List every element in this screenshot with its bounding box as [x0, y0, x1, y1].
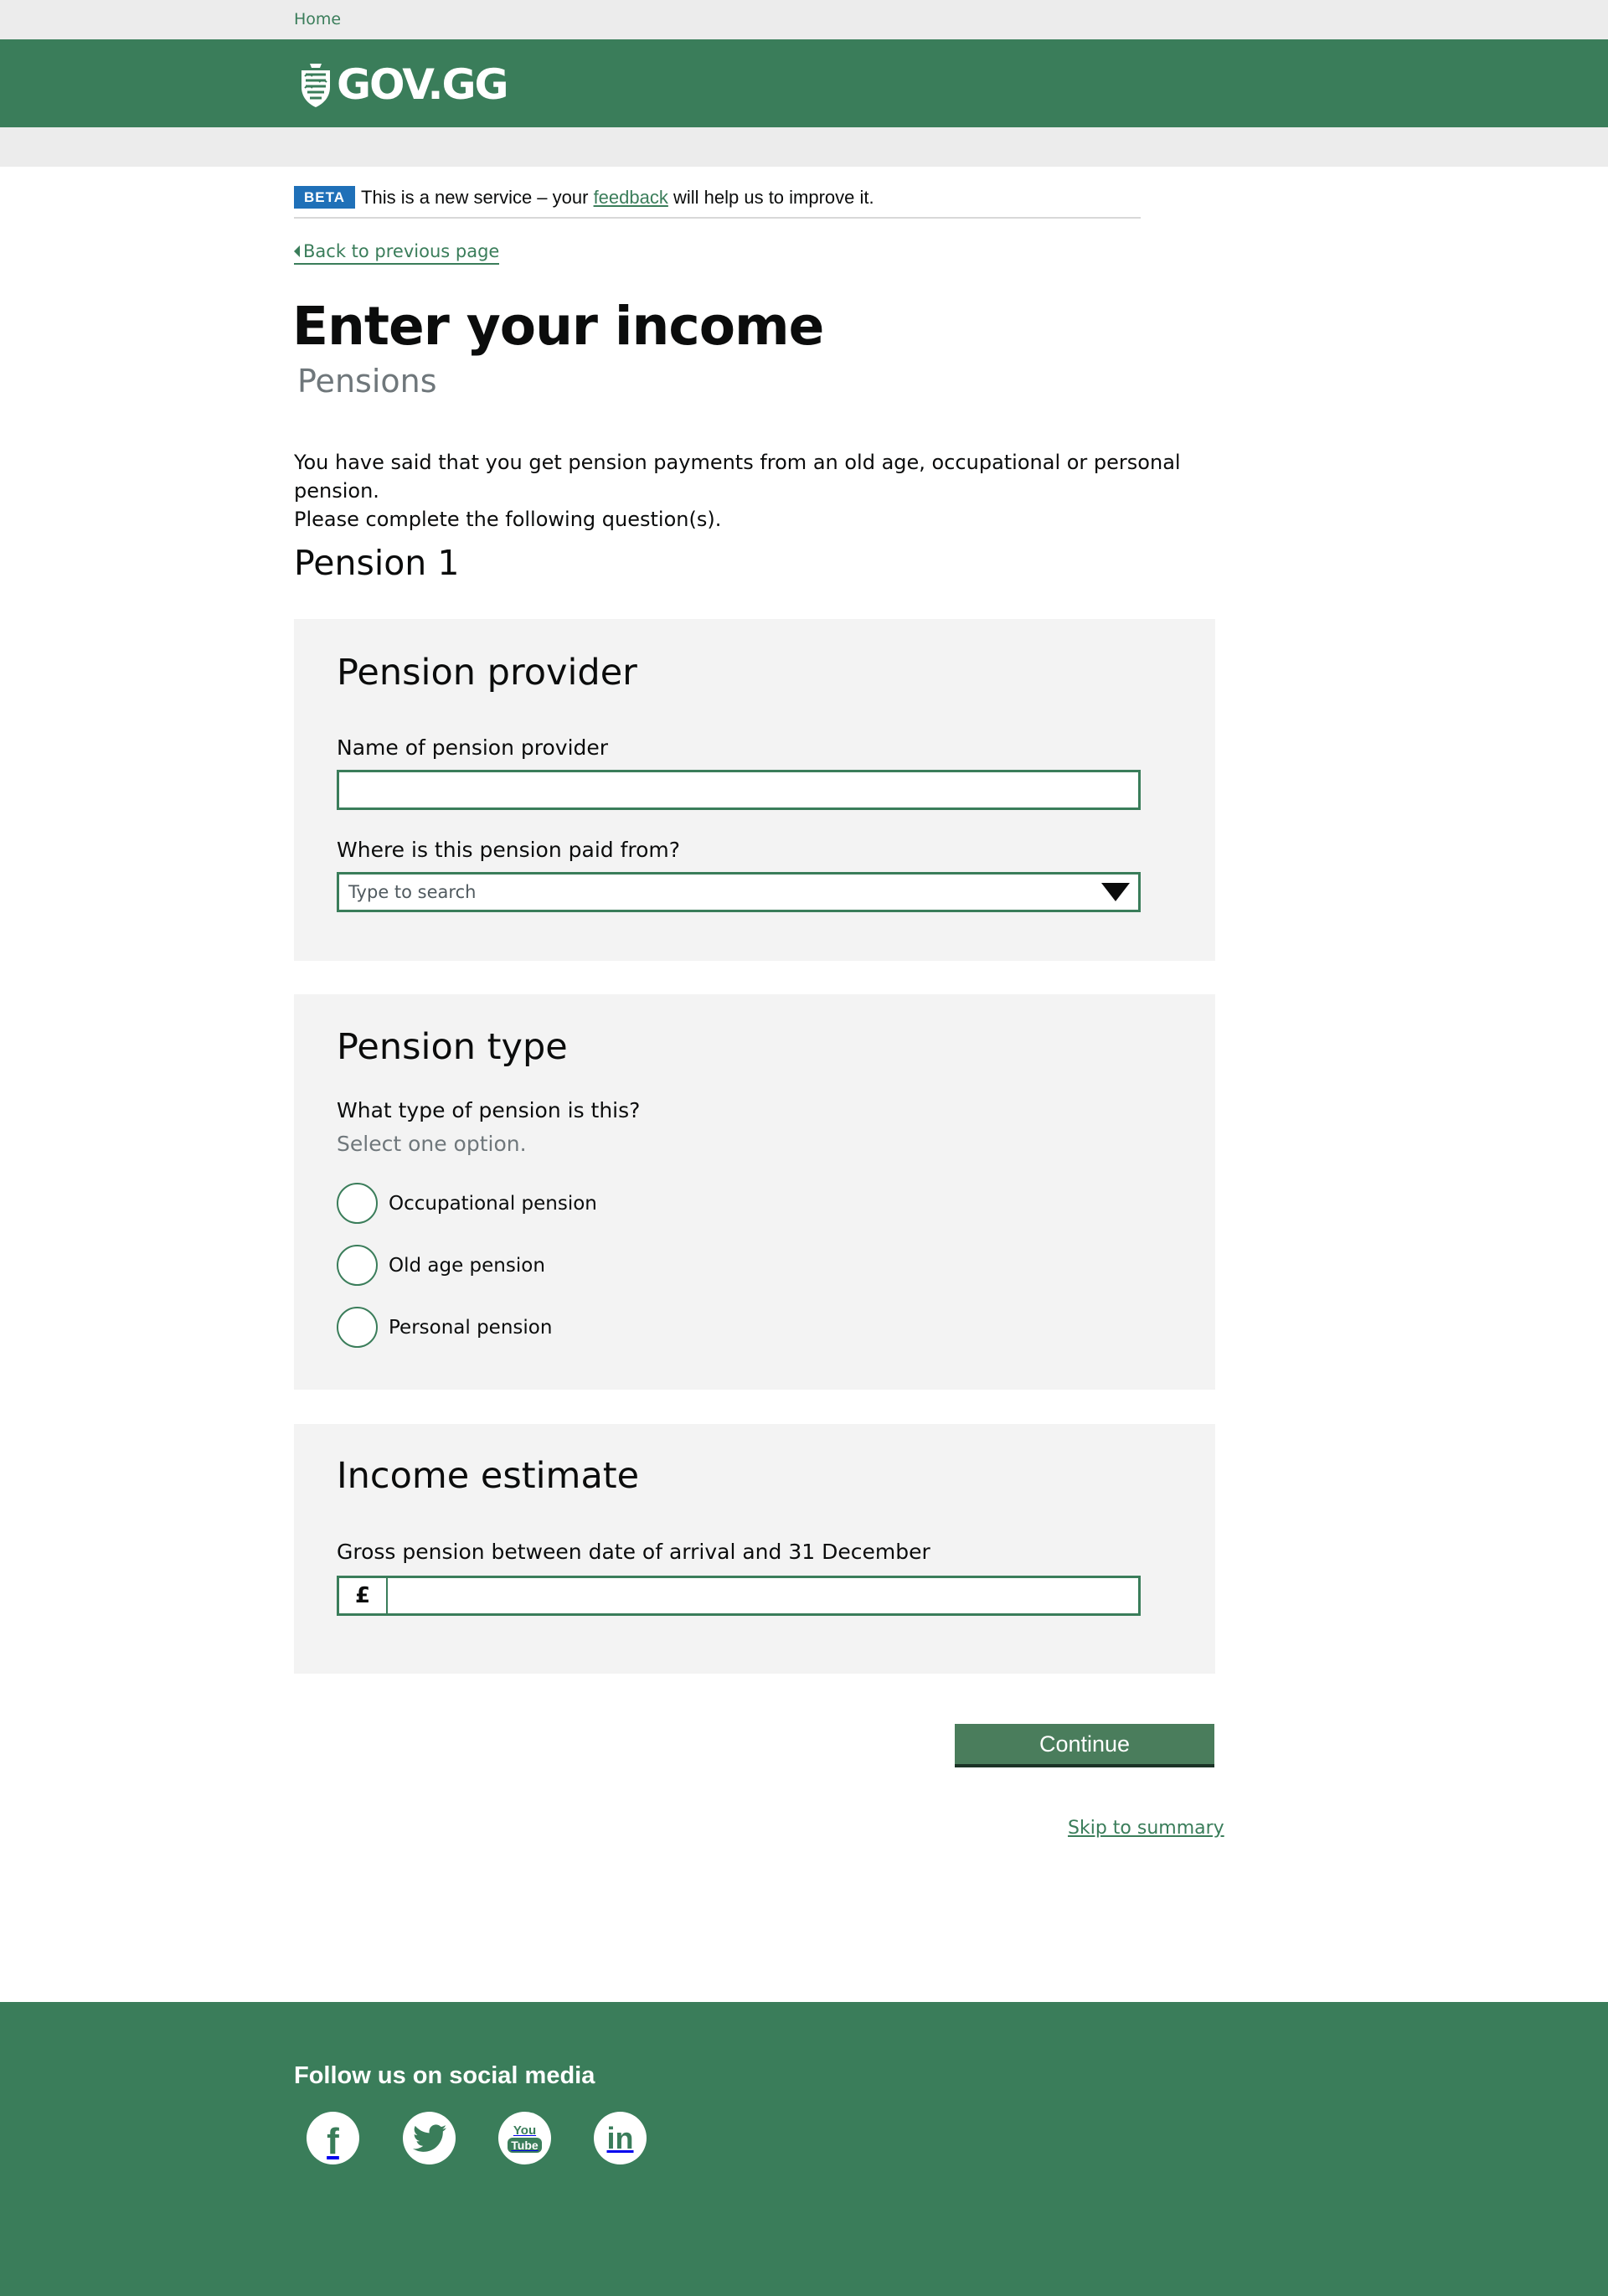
pension-paid-from-select[interactable]: Type to search: [337, 872, 1141, 912]
radio-personal-pension[interactable]: Personal pension: [337, 1307, 552, 1348]
back-link-label: Back to previous page: [303, 241, 500, 261]
dropdown-arrow-icon[interactable]: [1101, 883, 1130, 901]
intro-line-1: You have said that you get pension payme…: [294, 451, 1181, 503]
guernsey-crest-icon: [302, 64, 330, 107]
pension-provider-name-input[interactable]: [337, 770, 1141, 810]
back-to-previous-page-link[interactable]: Back to previous page: [294, 241, 500, 265]
intro-text: You have said that you get pension payme…: [294, 448, 1232, 534]
pension-type-hint: Select one option.: [337, 1132, 527, 1156]
header-divider-band: [0, 127, 1608, 167]
radio-old-age-pension[interactable]: Old age pension: [337, 1245, 545, 1286]
radio-occupational-pension[interactable]: Occupational pension: [337, 1183, 597, 1224]
chevron-left-icon: [294, 245, 300, 257]
pension-paid-from-label: Where is this pension paid from?: [337, 838, 681, 862]
youtube-link[interactable]: You Tube: [498, 2112, 551, 2164]
pension-provider-panel: Pension provider Name of pension provide…: [294, 619, 1215, 961]
pension-section-heading: Pension 1: [294, 543, 460, 583]
beta-message: This is a new service – your feedback wi…: [361, 186, 874, 209]
linkedin-link[interactable]: in: [594, 2112, 647, 2164]
beta-banner: BETA This is a new service – your feedba…: [294, 186, 1141, 219]
radio-button[interactable]: [337, 1307, 378, 1348]
income-estimate-heading: Income estimate: [337, 1455, 640, 1497]
feedback-link[interactable]: feedback: [594, 187, 668, 208]
youtube-icon: You Tube: [508, 2123, 542, 2153]
gross-pension-input[interactable]: [388, 1578, 1138, 1613]
top-utility-bar: Home: [0, 0, 1608, 39]
pension-type-panel: Pension type What type of pension is thi…: [294, 994, 1215, 1390]
continue-button[interactable]: Continue: [955, 1724, 1214, 1767]
home-link[interactable]: Home: [294, 10, 341, 28]
gross-pension-input-group: £: [337, 1576, 1141, 1616]
pension-paid-from-placeholder: Type to search: [348, 882, 477, 902]
page-title: Enter your income: [292, 296, 824, 357]
radio-label: Occupational pension: [389, 1192, 597, 1215]
site-footer: Follow us on social media f You Tube in: [0, 2002, 1608, 2296]
pension-provider-heading: Pension provider: [337, 652, 637, 694]
twitter-link[interactable]: [403, 2112, 456, 2164]
youtube-you-text: You: [513, 2123, 537, 2138]
pension-type-question: What type of pension is this?: [337, 1098, 641, 1122]
radio-button[interactable]: [337, 1183, 378, 1224]
facebook-link[interactable]: f: [307, 2112, 359, 2164]
footer-social-heading: Follow us on social media: [294, 2062, 595, 2089]
beta-text-after: will help us to improve it.: [667, 187, 874, 208]
pension-type-heading: Pension type: [337, 1026, 568, 1068]
linkedin-icon: in: [606, 2120, 634, 2155]
beta-text-before: This is a new service – your: [361, 187, 594, 208]
facebook-icon: f: [327, 2120, 339, 2162]
currency-prefix: £: [339, 1578, 388, 1613]
govgg-logo[interactable]: GOV.GG: [298, 60, 509, 109]
radio-label: Personal pension: [389, 1316, 553, 1339]
intro-line-2: Please complete the following question(s…: [294, 508, 722, 531]
radio-label: Old age pension: [389, 1254, 545, 1277]
beta-tag: BETA: [294, 186, 356, 209]
pension-provider-name-label: Name of pension provider: [337, 735, 609, 760]
radio-button[interactable]: [337, 1245, 378, 1286]
site-header: GOV.GG: [0, 39, 1608, 127]
twitter-icon: [412, 2123, 446, 2152]
income-estimate-panel: Income estimate Gross pension between da…: [294, 1424, 1215, 1674]
youtube-tube-text: Tube: [508, 2137, 542, 2153]
skip-to-summary-link[interactable]: Skip to summary: [1068, 1818, 1224, 1839]
logo-wordmark: GOV.GG: [337, 60, 509, 109]
gross-pension-label: Gross pension between date of arrival an…: [337, 1540, 930, 1564]
page-caption: Pensions: [297, 363, 437, 400]
